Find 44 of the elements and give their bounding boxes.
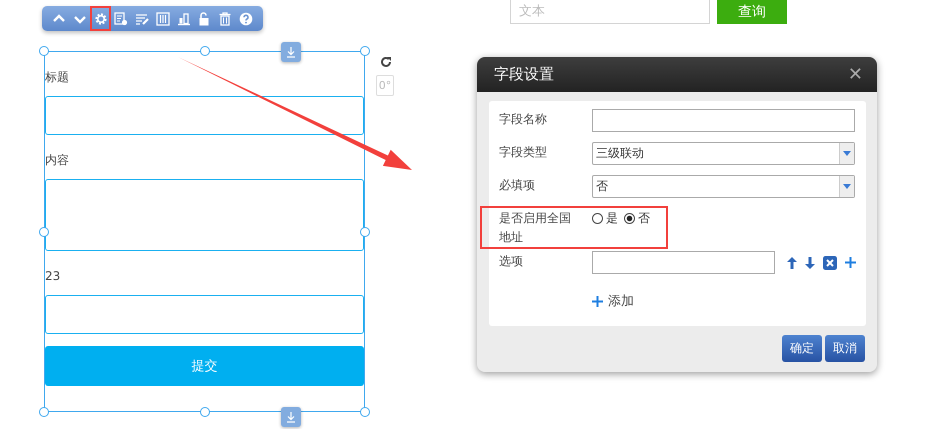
bar-chart-icon[interactable]: [176, 12, 191, 26]
remove-icon[interactable]: [823, 256, 837, 270]
rotate-icon[interactable]: [380, 56, 392, 68]
cancel-button[interactable]: 取消: [825, 335, 865, 362]
arrow-up-icon[interactable]: [787, 256, 797, 268]
field-label: 选项: [499, 253, 524, 270]
resize-handle[interactable]: [39, 46, 49, 56]
resize-handle[interactable]: [360, 46, 370, 56]
resize-handle[interactable]: [39, 407, 49, 417]
download-handle[interactable]: [281, 42, 301, 62]
input-field[interactable]: [45, 295, 364, 334]
field-label: 23: [45, 268, 62, 278]
dialog-title: 字段设置: [494, 65, 554, 84]
field-label: 字段名称: [499, 111, 548, 128]
arrow-down-icon[interactable]: [805, 256, 815, 268]
dropdown[interactable]: 三级联动: [592, 142, 855, 165]
dropdown[interactable]: 否: [592, 175, 855, 198]
close-button[interactable]: ✕: [848, 64, 863, 85]
confirm-button[interactable]: 确定: [782, 335, 822, 362]
list-pencil-icon[interactable]: [135, 12, 150, 26]
text-area[interactable]: [45, 179, 364, 251]
field-label: 字段类型: [499, 144, 548, 161]
text-field[interactable]: [592, 109, 855, 132]
resize-handle[interactable]: [200, 407, 210, 417]
unlock-icon[interactable]: [197, 12, 212, 26]
trash-icon[interactable]: [218, 12, 232, 26]
plus-icon[interactable]: [845, 257, 856, 268]
resize-handle[interactable]: [360, 407, 370, 417]
input-field[interactable]: [45, 96, 364, 135]
radio-option[interactable]: 否: [624, 210, 650, 227]
search-field[interactable]: 文本: [510, 0, 710, 24]
field-label: 是否启用全国地址: [499, 210, 572, 246]
field-label: 必填项: [499, 177, 536, 194]
settings-icon[interactable]: [94, 12, 108, 26]
query-button[interactable]: 查询: [717, 0, 787, 24]
download-handle[interactable]: [281, 407, 301, 427]
option-field[interactable]: [592, 251, 775, 274]
resize-handle[interactable]: [200, 46, 210, 56]
dropdown-caret-icon: [843, 184, 851, 189]
help-icon[interactable]: [238, 12, 253, 26]
radio-option[interactable]: 是: [592, 210, 618, 227]
dropdown-caret-icon: [843, 151, 851, 156]
add-option-button[interactable]: 添加: [592, 292, 634, 310]
plus-icon: [592, 296, 603, 306]
